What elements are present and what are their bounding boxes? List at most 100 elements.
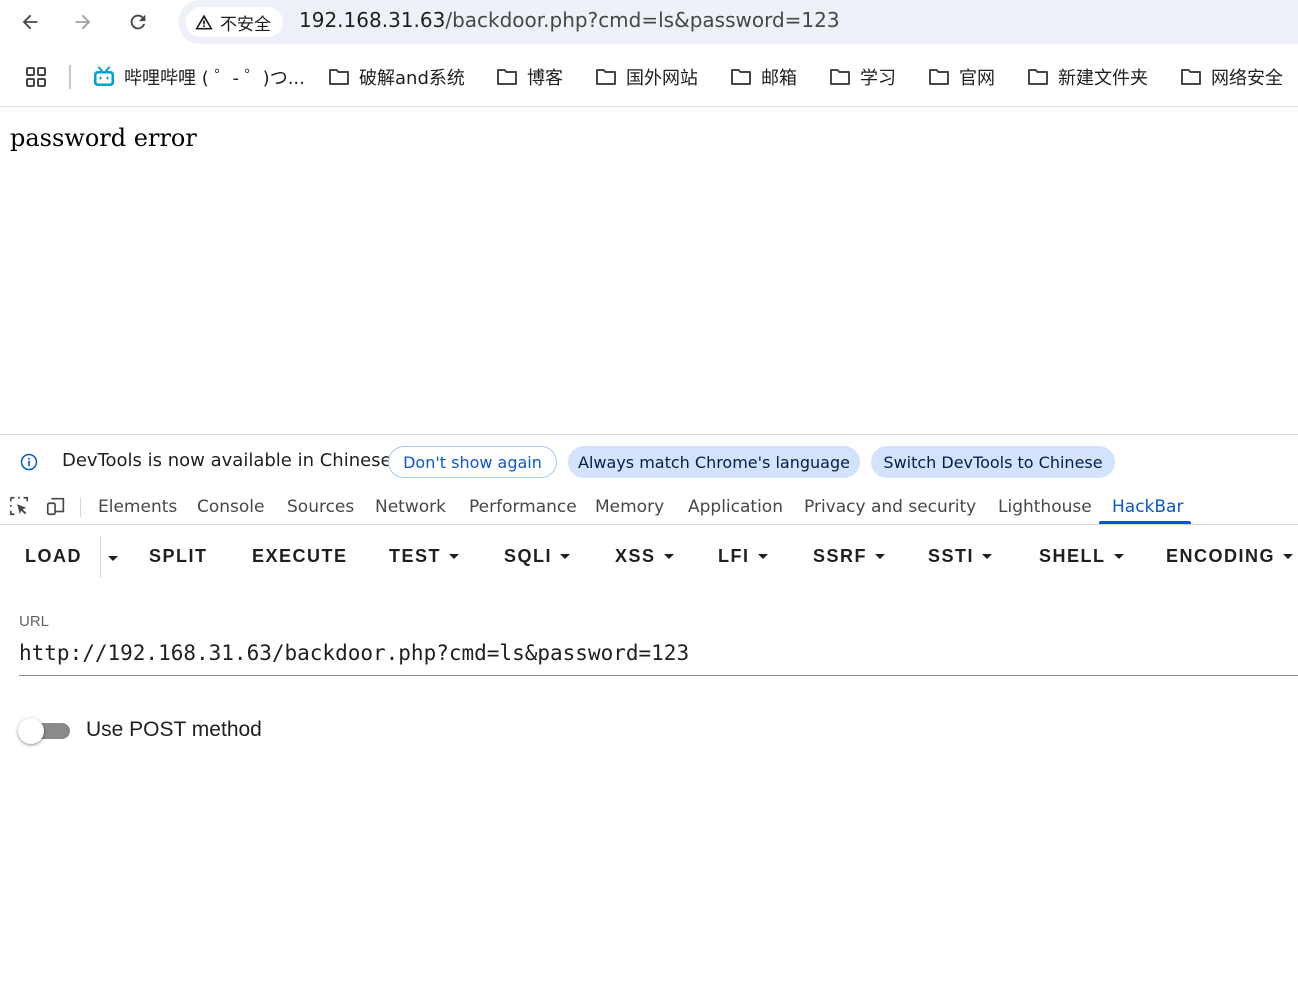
encoding-menu-button[interactable]: ENCODING	[1166, 546, 1294, 567]
bookmark-folder-official[interactable]: 官网	[927, 62, 995, 92]
reload-icon	[130, 14, 146, 30]
bookmark-folder-new[interactable]: 新建文件夹	[1026, 62, 1148, 92]
bilibili-icon	[94, 66, 114, 86]
folder-icon	[1181, 69, 1201, 85]
ssrf-label: SSRF	[813, 546, 868, 566]
back-arrow-icon	[22, 14, 38, 30]
inspect-element-icon[interactable]	[8, 495, 30, 517]
lfi-label: LFI	[718, 546, 750, 566]
tab-sources[interactable]: Sources	[287, 497, 354, 517]
content-divider	[0, 106, 1298, 107]
split-button[interactable]: SPLIT	[149, 546, 208, 567]
tab-lighthouse[interactable]: Lighthouse	[998, 497, 1092, 517]
active-tab-indicator	[1099, 521, 1191, 524]
load-split-divider	[100, 536, 101, 578]
tab-hackbar[interactable]: HackBar	[1112, 497, 1183, 517]
address-url[interactable]: 192.168.31.63/backdoor.php?cmd=ls&passwo…	[299, 8, 840, 32]
execute-label: EXECUTE	[252, 546, 348, 566]
dropdown-caret-icon	[1283, 554, 1294, 559]
post-method-label: Use POST method	[86, 718, 262, 741]
ssti-menu-button[interactable]: SSTI	[928, 546, 993, 567]
bookmark-label: 国外网站	[626, 68, 698, 89]
tab-network[interactable]: Network	[375, 497, 446, 517]
lfi-menu-button[interactable]: LFI	[718, 546, 768, 567]
security-chip[interactable]: 不安全	[186, 7, 283, 37]
tab-elements[interactable]: Elements	[98, 497, 177, 517]
address-bar[interactable]: 不安全 192.168.31.63/backdoor.php?cmd=ls&pa…	[178, 0, 1298, 44]
shell-menu-button[interactable]: SHELL	[1039, 546, 1124, 567]
dropdown-caret-icon	[663, 554, 674, 559]
tab-privacy-security[interactable]: Privacy and security	[804, 497, 976, 517]
xss-menu-button[interactable]: XSS	[615, 546, 674, 567]
test-menu-button[interactable]: TEST	[389, 546, 460, 567]
dropdown-caret-icon	[757, 554, 768, 559]
xss-label: XSS	[615, 546, 656, 566]
bookmarks-bar: 哔哩哔哩 ( ゜- ゜)つ... 破解and系统 博客 国外网站 邮箱 学习 官…	[0, 56, 1298, 98]
toggle-thumb	[18, 718, 44, 744]
load-dropdown-caret-icon[interactable]	[108, 556, 118, 561]
sqli-menu-button[interactable]: SQLI	[504, 546, 571, 567]
folder-icon	[497, 69, 517, 85]
url-field-label: URL	[19, 613, 50, 630]
devtools-tab-strip: Elements Console Sources Network Perform…	[0, 487, 1298, 525]
tab-console[interactable]: Console	[197, 497, 265, 517]
bookmark-folder-blog[interactable]: 博客	[495, 62, 563, 92]
tab-memory[interactable]: Memory	[595, 497, 664, 517]
bookmark-label: 哔哩哔哩 ( ゜- ゜)つ...	[124, 68, 305, 89]
url-path: /backdoor.php?cmd=ls&password=123	[445, 8, 840, 32]
bookmark-folder-mail[interactable]: 邮箱	[729, 62, 797, 92]
bookmark-label: 学习	[860, 68, 896, 89]
infobar-message: DevTools is now available in Chinese	[62, 450, 392, 471]
url-input[interactable]: http://192.168.31.63/backdoor.php?cmd=ls…	[19, 641, 689, 665]
shell-label: SHELL	[1039, 546, 1106, 566]
page-body-text: password error	[10, 124, 197, 152]
url-host: 192.168.31.63	[299, 8, 446, 32]
switch-devtools-chinese-button[interactable]: Switch DevTools to Chinese	[871, 446, 1115, 478]
bookmark-label: 博客	[527, 68, 563, 89]
execute-button[interactable]: EXECUTE	[252, 546, 348, 567]
ssti-label: SSTI	[928, 546, 975, 566]
toolbar-separator	[80, 497, 81, 517]
dropdown-caret-icon	[449, 554, 460, 559]
load-label: LOAD	[25, 546, 82, 566]
encoding-label: ENCODING	[1166, 546, 1276, 566]
forward-arrow-icon	[75, 14, 91, 30]
folder-icon	[329, 69, 349, 85]
match-chrome-language-button[interactable]: Always match Chrome's language	[568, 446, 860, 478]
test-label: TEST	[389, 546, 442, 566]
bookmark-folder-netsec[interactable]: 网络安全	[1179, 62, 1283, 92]
security-label: 不安全	[220, 14, 271, 35]
hackbar-toolbar: LOAD SPLIT EXECUTE TEST SQLI XSS LFI SSR…	[0, 526, 1298, 588]
browser-toolbar: 不安全 192.168.31.63/backdoor.php?cmd=ls&pa…	[0, 0, 1298, 44]
info-icon	[20, 453, 38, 471]
bookmark-label: 邮箱	[761, 68, 797, 89]
bookmark-folder-cracking[interactable]: 破解and系统	[327, 62, 465, 92]
dropdown-caret-icon	[875, 554, 886, 559]
tab-application[interactable]: Application	[688, 497, 783, 517]
bookmark-folder-study[interactable]: 学习	[828, 62, 896, 92]
reload-button[interactable]	[122, 6, 154, 38]
apps-grid-icon[interactable]	[24, 65, 48, 89]
bookmark-label: 破解and系统	[359, 68, 465, 89]
forward-button[interactable]	[67, 6, 99, 38]
bookmark-bilibili[interactable]: 哔哩哔哩 ( ゜- ゜)つ...	[92, 62, 305, 92]
bookmark-folder-foreign-sites[interactable]: 国外网站	[594, 62, 698, 92]
url-input-underline	[19, 675, 1298, 676]
ssrf-menu-button[interactable]: SSRF	[813, 546, 886, 567]
post-method-toggle[interactable]	[18, 717, 72, 745]
back-button[interactable]	[14, 6, 46, 38]
bookmark-label: 官网	[959, 68, 995, 89]
dont-show-again-button[interactable]: Don't show again	[388, 446, 557, 478]
device-toolbar-icon[interactable]	[45, 495, 67, 517]
folder-icon	[929, 69, 949, 85]
tab-performance[interactable]: Performance	[469, 497, 577, 517]
sqli-label: SQLI	[504, 546, 553, 566]
bookmark-label: 网络安全	[1211, 68, 1283, 89]
folder-icon	[596, 69, 616, 85]
devtools-language-infobar: DevTools is now available in Chinese Don…	[0, 435, 1298, 487]
split-label: SPLIT	[149, 546, 208, 566]
bookmark-label: 新建文件夹	[1058, 68, 1148, 89]
dropdown-caret-icon	[982, 554, 993, 559]
bookmarks-separator	[69, 65, 71, 89]
load-button[interactable]: LOAD	[25, 546, 82, 567]
